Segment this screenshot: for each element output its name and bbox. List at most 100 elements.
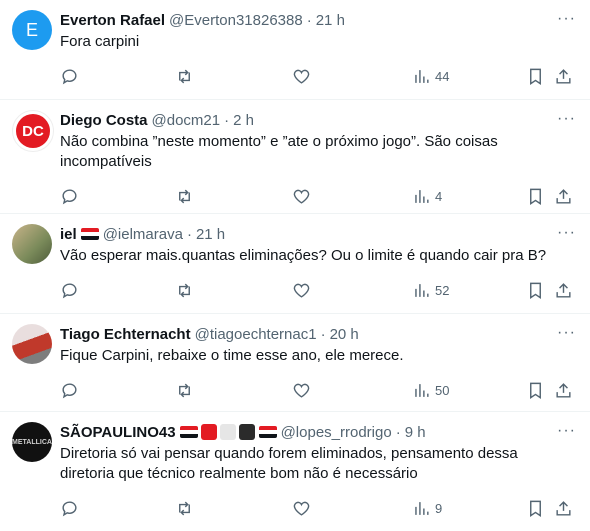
like-button[interactable]: [292, 187, 311, 206]
black-square-icon: [238, 424, 255, 440]
tweet[interactable]: METALLICA ··· SÃOPAULINO43 @lopes_rrodri…: [0, 412, 590, 531]
author-name[interactable]: SÃOPAULINO43: [60, 424, 176, 441]
separator: ·: [306, 11, 312, 29]
more-icon[interactable]: ···: [557, 10, 576, 28]
author-handle[interactable]: @ielmarava: [103, 226, 183, 243]
avatar[interactable]: E: [12, 10, 52, 50]
share-button[interactable]: [554, 187, 573, 206]
reply-button[interactable]: [60, 187, 79, 206]
bookmark-button[interactable]: [526, 67, 545, 86]
avatar-logo-text: METALLICA: [12, 438, 52, 446]
timestamp[interactable]: 2 h: [233, 112, 254, 129]
author-handle[interactable]: @lopes_rrodrigo: [281, 424, 392, 441]
bookmark-button[interactable]: [526, 499, 545, 518]
tweet[interactable]: E ··· Everton Rafael @Everton31826388 · …: [0, 0, 590, 100]
like-button[interactable]: [292, 499, 311, 518]
retweet-icon: [179, 189, 190, 203]
tweet[interactable]: ··· Tiago Echternacht @tiagoechternac1 ·…: [0, 314, 590, 412]
bookmark-button[interactable]: [526, 381, 545, 400]
author-name[interactable]: Diego Costa: [60, 112, 148, 129]
bookmark-button[interactable]: [526, 187, 545, 206]
flag-icon: [179, 426, 198, 438]
views-count: 9: [435, 500, 443, 516]
white-square-icon: [219, 424, 236, 440]
avatar-letter: E: [25, 19, 38, 40]
reply-button[interactable]: [60, 67, 79, 86]
views-icon: [415, 501, 429, 515]
views-count: 52: [435, 282, 450, 298]
views-button[interactable]: 44: [412, 67, 449, 86]
avatar[interactable]: [12, 224, 52, 264]
author-name[interactable]: Everton Rafael: [60, 12, 165, 29]
avatar-logo: DC: [16, 114, 50, 148]
timestamp[interactable]: 20 h: [330, 326, 359, 343]
timestamp[interactable]: 9 h: [405, 424, 426, 441]
retweet-icon: [179, 501, 190, 515]
timestamp[interactable]: 21 h: [316, 12, 345, 29]
flag-icon: [258, 426, 277, 438]
heart-icon: [293, 501, 310, 516]
red-square-icon: [200, 424, 217, 440]
views-button[interactable]: 4: [412, 187, 442, 206]
tweet-text: Vão esperar mais.quantas eliminações? Ou…: [60, 247, 547, 264]
views-button[interactable]: 9: [412, 499, 442, 518]
avatar[interactable]: METALLICA: [12, 422, 52, 462]
views-icon: [415, 383, 429, 397]
author-handle[interactable]: @docm21: [152, 112, 221, 129]
views-icon: [415, 69, 429, 83]
retweet-button[interactable]: [175, 67, 194, 86]
reply-button[interactable]: [60, 499, 79, 518]
views-button[interactable]: 52: [412, 281, 449, 300]
heart-icon: [293, 383, 310, 398]
retweet-button[interactable]: [175, 281, 194, 300]
views-count: 50: [435, 382, 450, 398]
timestamp[interactable]: 21 h: [196, 226, 225, 243]
retweet-icon: [179, 383, 190, 397]
avatar[interactable]: DC: [12, 110, 54, 152]
views-icon: [415, 283, 429, 297]
author-handle[interactable]: @tiagoechternac1: [195, 326, 317, 343]
share-button[interactable]: [554, 281, 573, 300]
retweet-button[interactable]: [175, 381, 194, 400]
share-button[interactable]: [554, 381, 573, 400]
views-count: 4: [435, 188, 443, 204]
views-count: 44: [435, 68, 450, 84]
share-icon: [556, 188, 571, 204]
retweet-icon: [179, 69, 190, 83]
tweet[interactable]: ··· iel @ielmarava · 21 h Vão esperar ma…: [0, 214, 590, 314]
more-icon[interactable]: ···: [557, 324, 576, 342]
reply-icon: [62, 500, 77, 516]
reply-button[interactable]: [60, 381, 79, 400]
share-icon: [556, 382, 571, 398]
like-button[interactable]: [292, 381, 311, 400]
more-icon[interactable]: ···: [557, 110, 576, 128]
retweet-icon: [179, 283, 190, 297]
tweet[interactable]: DC ··· Diego Costa @docm21 · 2 h Não com…: [0, 100, 590, 214]
tweet-text: Não combina ”neste momento” e ”ate o pró…: [60, 133, 498, 170]
bookmark-button[interactable]: [526, 281, 545, 300]
share-button[interactable]: [554, 67, 573, 86]
author-name[interactable]: iel: [60, 226, 77, 243]
reply-icon: [62, 188, 77, 204]
more-icon[interactable]: ···: [557, 224, 576, 242]
bookmark-icon: [530, 500, 541, 517]
bookmark-icon: [530, 282, 541, 299]
author-handle[interactable]: @Everton31826388: [169, 12, 303, 29]
more-icon[interactable]: ···: [557, 422, 576, 440]
bookmark-icon: [530, 382, 541, 399]
share-icon: [556, 68, 571, 84]
reply-button[interactable]: [60, 281, 79, 300]
retweet-button[interactable]: [175, 187, 194, 206]
views-button[interactable]: 50: [412, 381, 449, 400]
avatar[interactable]: [12, 324, 52, 364]
author-name[interactable]: Tiago Echternacht: [60, 326, 191, 343]
share-button[interactable]: [554, 499, 573, 518]
like-button[interactable]: [292, 67, 311, 86]
flag-icon: [80, 228, 99, 240]
views-icon: [415, 189, 429, 203]
tweet-text: Fora carpini: [60, 33, 140, 50]
like-button[interactable]: [292, 281, 311, 300]
share-icon: [556, 500, 571, 516]
bookmark-icon: [530, 68, 541, 85]
retweet-button[interactable]: [175, 499, 194, 518]
